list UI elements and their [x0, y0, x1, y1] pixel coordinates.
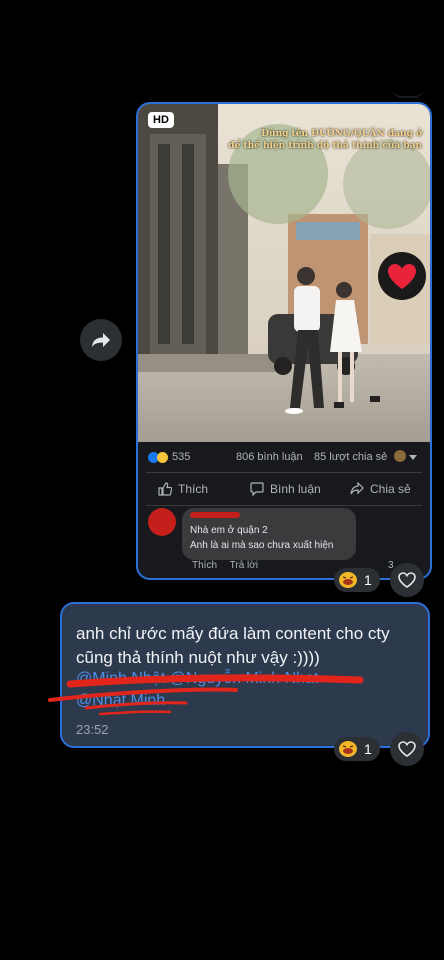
react-heart-button[interactable]	[390, 732, 424, 766]
haha-emoji-icon	[339, 741, 357, 757]
viewer-avatar	[394, 450, 406, 462]
reaction-summary[interactable]: 535	[148, 451, 190, 463]
mention-link[interactable]: @Nhật Minh	[76, 692, 165, 710]
heart-icon	[388, 263, 416, 289]
divider	[146, 505, 422, 506]
share-button[interactable]: Chia sẻ	[350, 482, 411, 496]
forward-icon	[92, 333, 110, 347]
previous-message-fragment	[392, 86, 424, 98]
react-heart-button[interactable]	[390, 563, 424, 597]
comment-actions: Thích Trả lời	[192, 560, 268, 571]
like-label: Thích	[178, 482, 209, 496]
comment-like-link[interactable]: Thích	[192, 560, 217, 571]
message-bubble[interactable]: anh chỉ ước mấy đứa làm content cho cty …	[60, 602, 430, 748]
caption-line: để thể hiện trình độ thả thính của bạn	[228, 141, 422, 151]
haha-emoji-icon	[339, 572, 357, 588]
photo-caption: Dùng tên ĐƯỜNG/QUẬN đang ở để thể hiện t…	[228, 128, 422, 152]
share-count[interactable]: 85 lượt chia sẻ	[314, 451, 387, 463]
heart-reaction-badge	[378, 252, 426, 300]
message-reaction-pill[interactable]: 1	[334, 737, 380, 761]
caret-down-icon[interactable]	[409, 455, 417, 460]
heart-outline-icon	[398, 572, 416, 588]
post-actions: Thích Bình luận Chia sẻ	[138, 476, 430, 504]
divider	[146, 472, 422, 473]
reaction-count: 1	[364, 741, 372, 757]
post-reaction-pill[interactable]: 1	[334, 568, 380, 592]
comment-button[interactable]: Bình luận	[250, 482, 321, 496]
heart-outline-icon	[398, 741, 416, 757]
caption-line: Dùng tên ĐƯỜNG/QUẬN đang ở	[261, 129, 422, 139]
comment-label: Bình luận	[270, 482, 321, 496]
comment-reply-link[interactable]: Trả lời	[230, 560, 258, 571]
post-stats: 535 806 bình luận 85 lượt chia sẻ	[138, 444, 430, 470]
like-button[interactable]: Thích	[158, 482, 208, 496]
message-time: 23:52	[76, 722, 109, 737]
share-label: Chia sẻ	[370, 482, 411, 496]
mention-link[interactable]: @Minh Nhật @Nguyễn Minh Nhat	[76, 670, 318, 688]
forward-button[interactable]	[80, 319, 122, 361]
post-photo[interactable]: HD Dùng tên ĐƯỜNG/QUẬN đang ở để thể hiệ…	[138, 104, 430, 442]
reaction-count: 1	[364, 572, 372, 588]
comment-icon	[250, 482, 264, 496]
like-icon	[158, 482, 172, 496]
comment-bubble[interactable]: Nhà em ở quận 2 Anh là ai mà sao chưa xu…	[182, 508, 356, 560]
commenter-name-redacted	[190, 512, 240, 518]
shared-post-card[interactable]: HD Dùng tên ĐƯỜNG/QUẬN đang ở để thể hiệ…	[136, 102, 432, 580]
comment-count[interactable]: 806 bình luận	[236, 451, 303, 463]
comment-text: Anh là ai mà sao chưa xuất hiện	[190, 540, 334, 551]
hd-badge: HD	[148, 112, 174, 128]
message-text: anh chỉ ước mấy đứa làm content cho cty …	[76, 624, 390, 667]
commenter-avatar-redacted[interactable]	[148, 508, 176, 536]
haha-emoji-icon	[157, 451, 168, 463]
reaction-count: 535	[172, 451, 191, 463]
share-icon	[350, 482, 364, 495]
comment-text: Nhà em ở quận 2	[190, 525, 268, 536]
